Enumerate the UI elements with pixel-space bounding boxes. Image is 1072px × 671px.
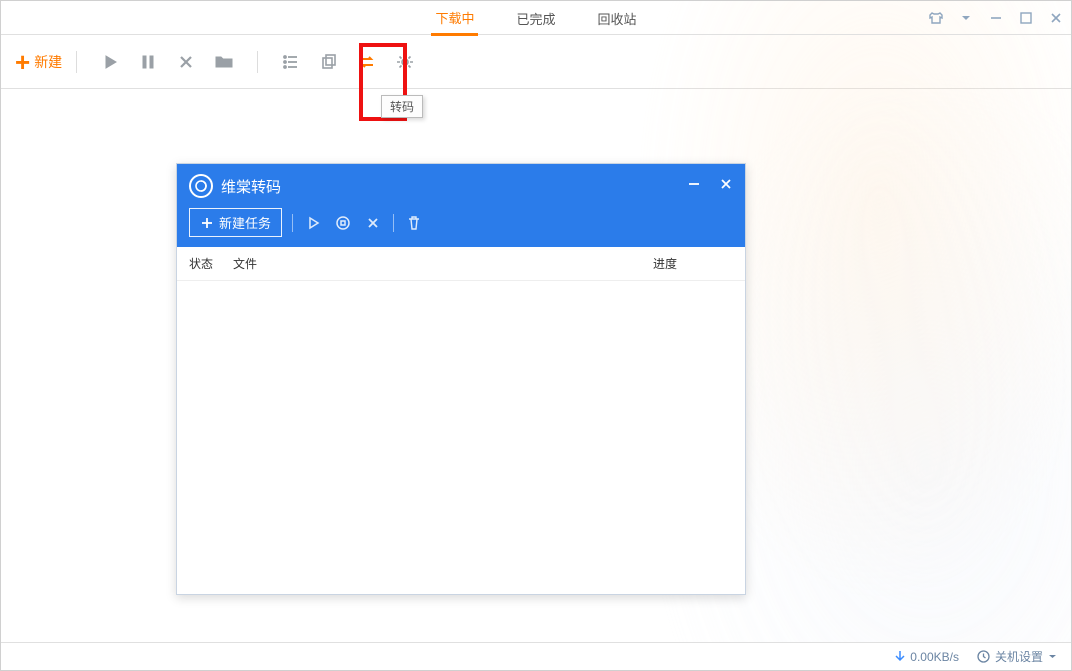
tab-downloading[interactable]: 下载中 xyxy=(431,0,478,36)
col-status: 状态 xyxy=(189,255,233,272)
pause-icon[interactable] xyxy=(137,51,159,73)
play-icon[interactable] xyxy=(99,51,121,73)
settings-icon[interactable] xyxy=(394,51,416,73)
shutdown-settings-label: 关机设置 xyxy=(995,648,1043,665)
dialog-new-task-button[interactable]: 新建任务 xyxy=(189,208,282,237)
close-icon[interactable] xyxy=(1047,9,1065,27)
dialog-trash-icon[interactable] xyxy=(404,213,424,233)
dialog-close-icon[interactable] xyxy=(719,177,733,195)
transcode-icon[interactable] xyxy=(356,51,378,73)
copy-icon[interactable] xyxy=(318,51,340,73)
skin-icon[interactable] xyxy=(927,9,945,27)
separator xyxy=(257,51,258,73)
transcode-dialog: 维棠转码 新建任务 xyxy=(176,163,746,595)
tooltip-transcode: 转码 xyxy=(381,95,423,118)
plus-icon xyxy=(200,216,214,230)
dialog-new-task-label: 新建任务 xyxy=(219,213,271,232)
tab-completed[interactable]: 已完成 xyxy=(512,1,559,34)
dialog-play-icon[interactable] xyxy=(303,213,323,233)
separator xyxy=(76,51,77,73)
col-file: 文件 xyxy=(233,255,653,272)
tab-recycle[interactable]: 回收站 xyxy=(594,1,641,34)
new-button[interactable]: + 新建 xyxy=(15,52,62,72)
status-bar: 0.00KB/s 关机设置 xyxy=(1,642,1071,670)
download-speed-value: 0.00KB/s xyxy=(910,650,959,664)
download-speed[interactable]: 0.00KB/s xyxy=(895,650,959,664)
new-button-label: 新建 xyxy=(34,52,62,72)
app-logo-icon xyxy=(189,174,213,198)
folder-icon[interactable] xyxy=(213,51,235,73)
maximize-icon[interactable] xyxy=(1017,9,1035,27)
main-toolbar: + 新建 xyxy=(1,35,1071,89)
clock-icon xyxy=(977,650,990,663)
top-tabs-bar: 下载中 已完成 回收站 xyxy=(1,1,1071,35)
dialog-title: 维棠转码 xyxy=(221,176,281,197)
dialog-delete-icon[interactable] xyxy=(363,213,383,233)
download-arrow-icon xyxy=(895,651,905,663)
minimize-icon[interactable] xyxy=(987,9,1005,27)
col-progress: 进度 xyxy=(653,255,733,272)
list-icon[interactable] xyxy=(280,51,302,73)
delete-icon[interactable] xyxy=(175,51,197,73)
chevron-down-icon xyxy=(1048,652,1057,661)
dialog-minimize-icon[interactable] xyxy=(687,177,701,195)
dialog-column-headers: 状态 文件 进度 xyxy=(177,247,745,281)
dialog-header: 维棠转码 新建任务 xyxy=(177,164,745,247)
shutdown-settings[interactable]: 关机设置 xyxy=(977,648,1057,665)
dropdown-icon[interactable] xyxy=(957,9,975,27)
separator xyxy=(393,214,394,232)
window-controls xyxy=(927,1,1065,35)
dialog-stop-icon[interactable] xyxy=(333,213,353,233)
separator xyxy=(292,214,293,232)
plus-icon: + xyxy=(15,52,30,72)
